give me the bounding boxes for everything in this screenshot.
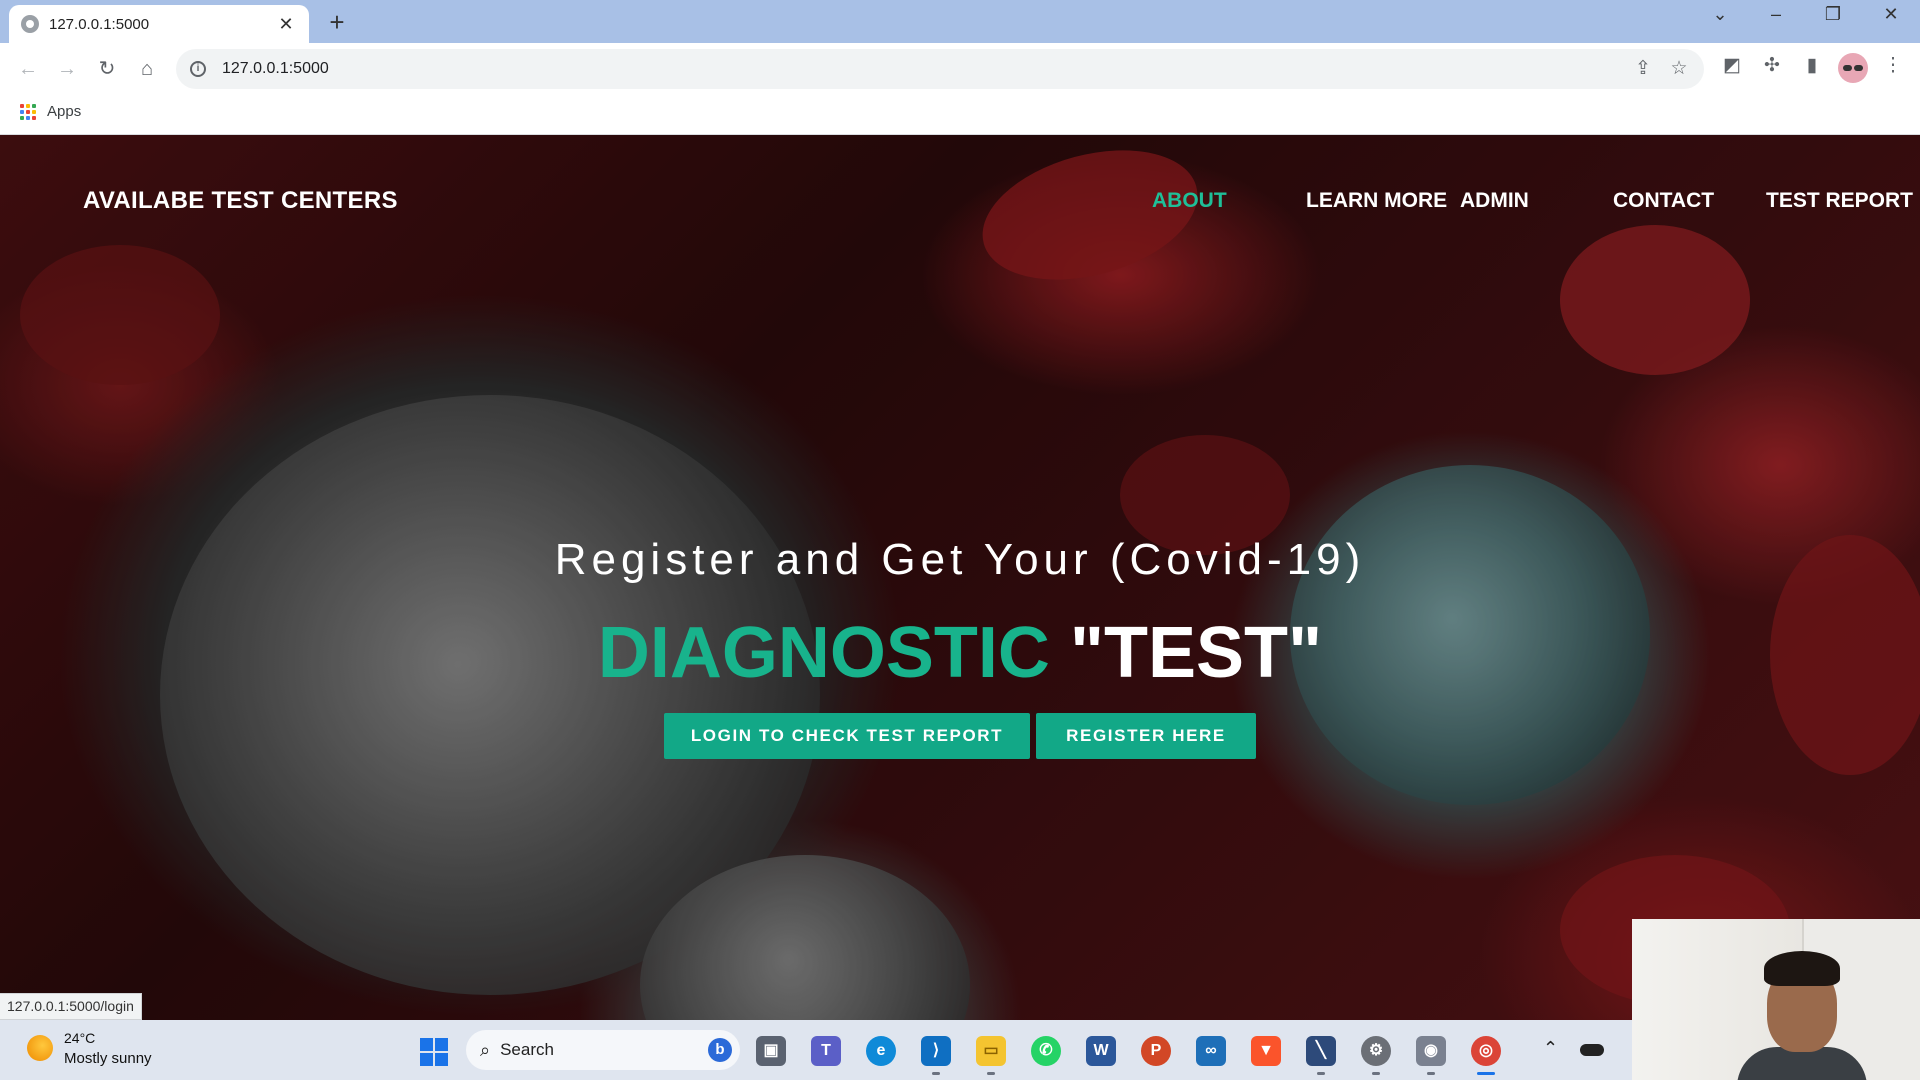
hero-headline: DIAGNOSTIC "TEST" [0,612,1920,694]
close-window-button[interactable]: ✕ [1871,4,1911,25]
minimize-button[interactable]: – [1756,4,1796,25]
whatsapp-icon[interactable]: ✆ [1031,1036,1061,1066]
url-text: 127.0.0.1:5000 [222,60,329,77]
site-info-icon[interactable]: i [190,61,206,77]
weather-sun-icon[interactable] [27,1035,53,1061]
camera-icon[interactable]: ◉ [1416,1036,1446,1066]
back-button[interactable]: ← [14,55,42,83]
bing-icon[interactable]: b [708,1038,732,1062]
register-button[interactable]: REGISTER HERE [1036,713,1256,759]
address-bar[interactable]: i 127.0.0.1:5000 ⇪ ☆ [176,49,1704,89]
task-view-icon[interactable]: ▣ [756,1036,786,1066]
home-button[interactable]: ⌂ [133,55,161,83]
bookmark-apps[interactable]: Apps [47,103,81,120]
profile-avatar[interactable] [1838,53,1868,83]
extension-icon[interactable]: ◩ [1717,54,1747,77]
show-hidden-icons-chevron[interactable]: ⌃ [1543,1038,1558,1059]
word-icon[interactable]: W [1086,1036,1116,1066]
globe-icon [21,15,39,33]
share-icon[interactable]: ⇪ [1630,57,1656,80]
windows-taskbar: 24°C Mostly sunny ⌕ Search b ▣ T e ⟩ ▭ ✆… [0,1020,1632,1080]
brave-icon[interactable]: ▼ [1251,1036,1281,1066]
browser-tab[interactable]: 127.0.0.1:5000 ✕ [9,5,309,43]
onedrive-cloud-icon[interactable] [1580,1044,1604,1056]
status-bar-url: 127.0.0.1:5000/login [0,993,142,1020]
hero-tagline: Register and Get Your (Covid-19) [554,535,1366,584]
nav-admin[interactable]: ADMIN [1460,189,1529,213]
apps-grid-icon[interactable] [20,104,36,120]
weather-description[interactable]: Mostly sunny [64,1050,152,1067]
infinity-app-icon[interactable]: ∞ [1196,1036,1226,1066]
running-indicator [987,1072,995,1075]
start-button[interactable] [420,1038,448,1066]
search-label: Search [500,1040,554,1059]
side-panel-icon[interactable]: ▮ [1797,54,1827,77]
headline-accent: DIAGNOSTIC [597,613,1050,693]
close-tab-icon[interactable]: ✕ [275,14,297,35]
browser-titlebar: 127.0.0.1:5000 ✕ + ⌄ – ❐ ✕ [0,0,1920,43]
running-indicator [1427,1072,1435,1075]
search-icon: ⌕ [480,1039,491,1060]
login-check-report-button[interactable]: LOGIN TO CHECK TEST REPORT [664,713,1030,759]
running-indicator [1372,1072,1380,1075]
reload-button[interactable]: ↻ [93,55,121,83]
forward-button[interactable]: → [53,55,81,83]
bookmarks-bar [0,95,1920,135]
brand-link[interactable]: AVAILABE TEST CENTERS [83,187,398,215]
file-explorer-icon[interactable]: ▭ [976,1036,1006,1066]
webcam-overlay [1632,919,1920,1080]
menu-kebab-icon[interactable]: ⋮ [1878,54,1908,77]
webcam-person-hair [1764,951,1840,986]
new-tab-button[interactable]: + [322,7,352,38]
settings-app-icon[interactable]: ⚙ [1361,1036,1391,1066]
nav-about[interactable]: ABOUT [1152,189,1227,213]
powerpoint-icon[interactable]: P [1141,1036,1171,1066]
tab-search-icon[interactable]: ⌄ [1700,4,1740,25]
teams-icon[interactable]: T [811,1036,841,1066]
headline-main: "TEST" [1069,613,1323,693]
terminal-app-icon[interactable]: ╲ [1306,1036,1336,1066]
chrome-icon[interactable]: ◎ [1471,1036,1501,1066]
hero-section: AVAILABE TEST CENTERS ABOUT LEARN MORE A… [0,135,1920,1020]
taskbar-search[interactable]: ⌕ Search b [466,1030,740,1070]
puzzle-extensions-icon[interactable]: ✣ [1757,54,1787,77]
nav-learn-more[interactable]: LEARN MORE [1306,189,1447,213]
nav-test-report[interactable]: TEST REPORT [1766,189,1913,213]
nav-contact[interactable]: CONTACT [1613,189,1714,213]
running-indicator [1317,1072,1325,1075]
tab-title: 127.0.0.1:5000 [49,15,150,33]
bookmark-star-icon[interactable]: ☆ [1666,57,1692,80]
edge-icon[interactable]: e [866,1036,896,1066]
weather-temperature[interactable]: 24°C [64,1030,95,1046]
browser-toolbar: ← → ↻ ⌂ i 127.0.0.1:5000 ⇪ ☆ ◩ ✣ ▮ ⋮ [0,43,1920,95]
vscode-icon[interactable]: ⟩ [921,1036,951,1066]
running-indicator [932,1072,940,1075]
restore-button[interactable]: ❐ [1813,4,1853,25]
running-indicator-active [1477,1072,1495,1075]
